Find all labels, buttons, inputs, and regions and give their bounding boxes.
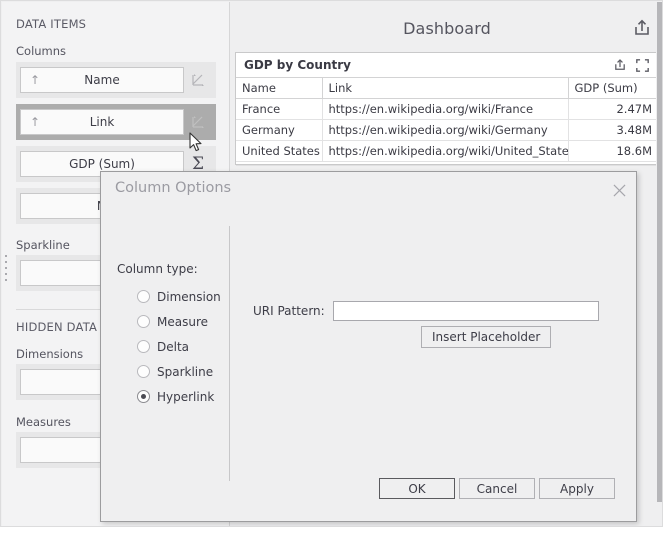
radio-label: Hyperlink	[157, 390, 214, 404]
cell-gdp: 2.47M	[568, 99, 658, 120]
dashboard-scrollbar[interactable]	[656, 2, 663, 527]
app-root: DATA ITEMS Columns ↑ Name	[0, 0, 671, 537]
cancel-button[interactable]: Cancel	[459, 478, 535, 499]
dialog-titlebar[interactable]: Column Options	[101, 172, 637, 206]
radio-label: Measure	[157, 315, 208, 329]
dialog-body: Column type: Dimension Measure Delta	[101, 206, 637, 476]
radio-label: Dimension	[157, 290, 221, 304]
cell-name: Germany	[236, 120, 322, 141]
radio-label: Delta	[157, 340, 189, 354]
column-header-link[interactable]: Link	[322, 78, 568, 99]
cell-link[interactable]: https://en.wikipedia.org/wiki/France	[322, 99, 568, 120]
widget-header: GDP by Country	[236, 53, 658, 77]
measures-section-label: Measures	[16, 415, 71, 429]
grid-widget: GDP by Country	[235, 52, 659, 165]
hidden-data-items-caption: HIDDEN DATA IT	[16, 320, 112, 334]
close-icon[interactable]	[610, 181, 628, 199]
cell-gdp: 18.6M	[568, 141, 658, 162]
uri-pattern-label: URI Pattern:	[253, 304, 325, 318]
radio-mark-icon	[137, 290, 150, 303]
column-type-label: Column type:	[117, 262, 198, 276]
data-item-link[interactable]: ↑ Link	[16, 104, 216, 140]
column-type-radio-group: Dimension Measure Delta Sparkline	[137, 284, 221, 409]
export-icon[interactable]	[610, 56, 630, 74]
page-title: Dashboard	[230, 19, 663, 38]
cell-link[interactable]: https://en.wikipedia.org/wiki/United_Sta…	[322, 141, 568, 162]
application-window: DATA ITEMS Columns ↑ Name	[0, 0, 663, 527]
cell-gdp: 3.48M	[568, 120, 658, 141]
columns-section-label: Columns	[16, 44, 66, 58]
radio-measure[interactable]: Measure	[137, 309, 221, 334]
table-row[interactable]: France https://en.wikipedia.org/wiki/Fra…	[236, 99, 658, 120]
gdp-grid-table: Name Link GDP (Sum) France https://en.wi…	[236, 77, 658, 162]
radio-mark-icon	[137, 390, 150, 403]
panel-resize-handle[interactable]	[5, 255, 10, 283]
widget-title: GDP by Country	[244, 58, 608, 72]
radio-mark-icon	[137, 365, 150, 378]
radio-label: Sparkline	[157, 365, 213, 379]
column-header-gdp[interactable]: GDP (Sum)	[568, 78, 658, 99]
fullscreen-icon[interactable]	[632, 56, 652, 74]
sort-ascending-icon: ↑	[30, 74, 40, 86]
delta-arrow-icon[interactable]	[184, 115, 212, 129]
data-item-link-chip[interactable]: ↑ Link	[20, 109, 184, 135]
data-item-gdp-sum-label: GDP (Sum)	[69, 157, 135, 171]
cell-name: France	[236, 99, 322, 120]
radio-mark-icon	[137, 315, 150, 328]
column-header-name[interactable]: Name	[236, 78, 322, 99]
dimensions-section-label: Dimensions	[16, 347, 83, 361]
scrollbar-thumb[interactable]	[657, 2, 663, 502]
cell-name: United States	[236, 141, 322, 162]
table-row[interactable]: Germany https://en.wikipedia.org/wiki/Ge…	[236, 120, 658, 141]
data-item-name[interactable]: ↑ Name	[16, 62, 216, 98]
radio-mark-icon	[137, 340, 150, 353]
uri-pattern-row: URI Pattern:	[253, 301, 599, 321]
radio-sparkline[interactable]: Sparkline	[137, 359, 221, 384]
radio-hyperlink[interactable]: Hyperlink	[137, 384, 221, 409]
data-item-name-label: Name	[84, 73, 119, 87]
dialog-divider	[229, 226, 230, 481]
uri-pattern-input[interactable]	[333, 301, 599, 321]
dialog-title: Column Options	[115, 180, 231, 196]
insert-placeholder-button[interactable]: Insert Placeholder	[421, 326, 551, 348]
data-item-link-label: Link	[90, 115, 115, 129]
sort-ascending-icon: ↑	[30, 116, 40, 128]
column-options-dialog: Column Options Column type: Dimension	[100, 171, 637, 522]
dialog-footer: OK Cancel Apply	[101, 474, 637, 521]
sparkline-section-label: Sparkline	[16, 238, 70, 252]
radio-delta[interactable]: Delta	[137, 334, 221, 359]
export-icon[interactable]	[632, 18, 652, 38]
table-header-row: Name Link GDP (Sum)	[236, 78, 658, 99]
ok-button[interactable]: OK	[379, 478, 455, 499]
delta-arrow-icon[interactable]	[184, 73, 212, 87]
cell-link[interactable]: https://en.wikipedia.org/wiki/Germany	[322, 120, 568, 141]
table-row[interactable]: United States https://en.wikipedia.org/w…	[236, 141, 658, 162]
radio-dimension[interactable]: Dimension	[137, 284, 221, 309]
data-item-name-chip[interactable]: ↑ Name	[20, 67, 184, 93]
apply-button[interactable]: Apply	[539, 478, 615, 499]
data-items-caption: DATA ITEMS	[16, 17, 86, 31]
